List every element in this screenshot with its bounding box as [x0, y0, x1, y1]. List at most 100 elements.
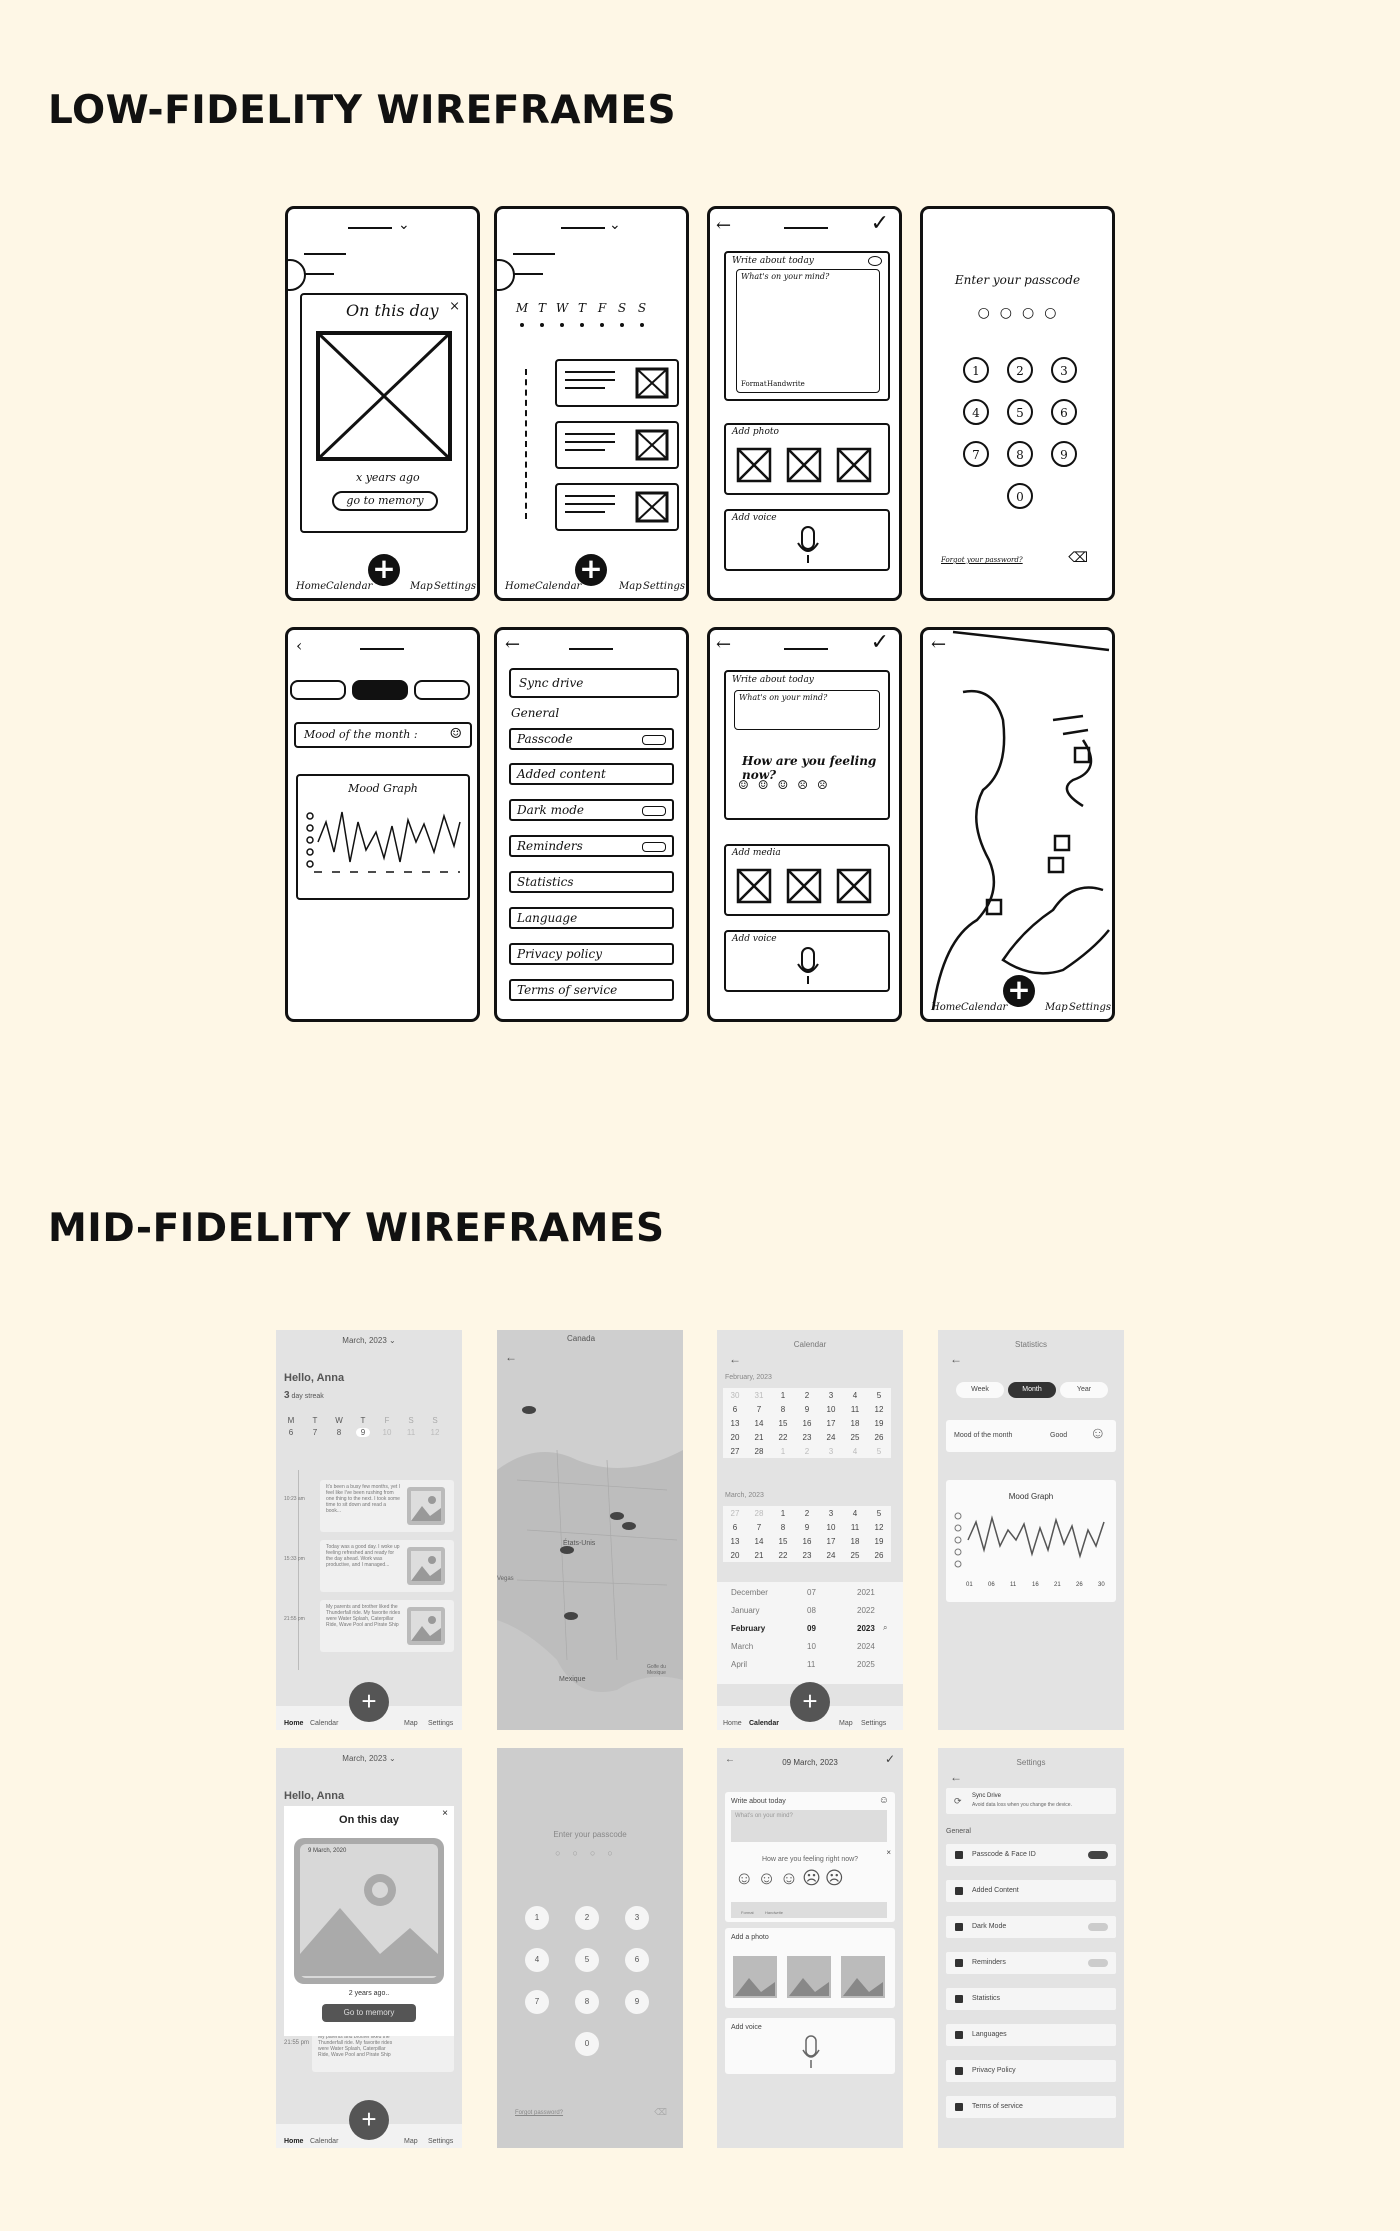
- calendar-day[interactable]: 3: [819, 1388, 843, 1402]
- calendar-day[interactable]: 2: [795, 1444, 819, 1458]
- add-entry-button[interactable]: +: [349, 1682, 389, 1722]
- check-icon[interactable]: ✓: [885, 1752, 895, 1766]
- calendar-day[interactable]: 6: [723, 1402, 747, 1416]
- handwrite-button[interactable]: Handwrite: [767, 380, 805, 388]
- mood-faces[interactable]: ☺☺☺☹☹: [735, 1868, 891, 1889]
- picker-value[interactable]: 2021: [857, 1588, 875, 1597]
- write-textarea[interactable]: What's on your mind? Format Handwrite: [736, 269, 880, 393]
- keypad-key-7[interactable]: 7: [963, 441, 989, 467]
- picker-value[interactable]: 10: [807, 1642, 816, 1651]
- add-entry-button[interactable]: +: [575, 554, 607, 586]
- calendar-day[interactable]: 18: [843, 1416, 867, 1430]
- calendar-day[interactable]: 26: [867, 1548, 891, 1562]
- calendar-day[interactable]: 23: [795, 1430, 819, 1444]
- settings-item[interactable]: Languages: [946, 2024, 1116, 2046]
- microphone-icon[interactable]: [796, 525, 820, 565]
- forgot-password-link[interactable]: Forgot your password?: [941, 556, 1023, 564]
- calendar-day[interactable]: 14: [747, 1534, 771, 1548]
- back-arrow-icon[interactable]: ←: [716, 634, 731, 655]
- calendar-day[interactable]: 6: [723, 1520, 747, 1534]
- picker-value[interactable]: 09: [807, 1624, 816, 1633]
- entry-card[interactable]: My parents and brother liked the Thunder…: [320, 1600, 454, 1652]
- calendar-day[interactable]: 20: [723, 1548, 747, 1562]
- back-arrow-icon[interactable]: ←: [950, 1770, 962, 1784]
- keypad-key-4[interactable]: 4: [525, 1948, 549, 1972]
- nav-settings[interactable]: Settings: [643, 581, 685, 592]
- nav-settings[interactable]: Settings: [1069, 1002, 1111, 1013]
- back-arrow-icon[interactable]: ←: [505, 634, 520, 655]
- format-button[interactable]: Format: [741, 1910, 754, 1915]
- settings-item[interactable]: Added Content: [946, 1880, 1116, 1902]
- keypad-key-5[interactable]: 5: [575, 1948, 599, 1972]
- settings-item[interactable]: Reminders: [946, 1952, 1116, 1974]
- keypad-key-8[interactable]: 8: [1007, 441, 1033, 467]
- settings-item-passcode[interactable]: Passcode: [509, 728, 674, 750]
- nav-calendar[interactable]: Calendar: [535, 581, 581, 592]
- keypad-key-6[interactable]: 6: [625, 1948, 649, 1972]
- mood-faces[interactable]: ☺☺☺☹☹: [738, 778, 878, 792]
- date-label[interactable]: 9: [356, 1428, 370, 1437]
- write-textarea[interactable]: What's on your mind?: [731, 1810, 887, 1842]
- calendar-day[interactable]: 1: [771, 1444, 795, 1458]
- calendar-day[interactable]: 11: [843, 1520, 867, 1534]
- keypad-key-3[interactable]: 3: [625, 1906, 649, 1930]
- settings-item[interactable]: Passcode & Face ID: [946, 1844, 1116, 1866]
- calendar-day[interactable]: 28: [747, 1444, 771, 1458]
- calendar-day[interactable]: 2: [795, 1506, 819, 1520]
- calendar-day[interactable]: 24: [819, 1430, 843, 1444]
- date-label[interactable]: 8: [332, 1428, 346, 1437]
- nav-home[interactable]: Home: [723, 1720, 742, 1727]
- calendar-day[interactable]: 20: [723, 1430, 747, 1444]
- nav-calendar[interactable]: Calendar: [326, 581, 372, 592]
- nav-settings[interactable]: Settings: [428, 1720, 453, 1727]
- check-icon[interactable]: ✓: [871, 630, 889, 655]
- tab-year[interactable]: Year: [1060, 1382, 1108, 1398]
- march-grid[interactable]: 27 28 1 2 3 4 5 6 7 8 9 10 11 12 13 14 15 16 17 18 19 20 21 22 2…: [723, 1506, 891, 1562]
- calendar-day[interactable]: 9: [795, 1520, 819, 1534]
- calendar-day[interactable]: 21: [747, 1430, 771, 1444]
- timeline-entry[interactable]: [555, 359, 679, 407]
- go-to-memory-button[interactable]: go to memory: [332, 491, 438, 511]
- calendar-day[interactable]: 4: [843, 1444, 867, 1458]
- add-media-slots[interactable]: [736, 868, 886, 908]
- toggle-switch[interactable]: [1088, 1959, 1108, 1967]
- calendar-day[interactable]: 21: [747, 1548, 771, 1562]
- calendar-day[interactable]: 30: [723, 1388, 747, 1402]
- calendar-day[interactable]: 22: [771, 1548, 795, 1562]
- keypad-key-9[interactable]: 9: [1051, 441, 1077, 467]
- add-entry-button[interactable]: +: [790, 1682, 830, 1722]
- day-letter[interactable]: S: [635, 301, 649, 315]
- keypad-key-6[interactable]: 6: [1051, 399, 1077, 425]
- february-grid[interactable]: 30 31 1 2 3 4 5 6 7 8 9 10 11 12 13 14 15 16 17 18 19 20 21 22 2…: [723, 1388, 891, 1458]
- keypad-key-8[interactable]: 8: [575, 1990, 599, 2014]
- avatar[interactable]: [497, 259, 515, 291]
- date-label[interactable]: 10: [380, 1428, 394, 1437]
- close-icon[interactable]: ×: [442, 1808, 448, 1819]
- entry-card[interactable]: My parents and brother liked the Thunder…: [312, 2030, 454, 2072]
- nav-calendar[interactable]: Calendar: [310, 1720, 338, 1727]
- calendar-day[interactable]: 25: [843, 1430, 867, 1444]
- date-label[interactable]: 6: [284, 1428, 298, 1437]
- nav-settings[interactable]: Settings: [428, 2138, 453, 2145]
- keypad-key-1[interactable]: 1: [963, 357, 989, 383]
- calendar-day[interactable]: 26: [867, 1430, 891, 1444]
- picker-value[interactable]: 11: [807, 1660, 815, 1669]
- memory-image[interactable]: 9 March, 2020: [294, 1838, 444, 1984]
- keypad-key-9[interactable]: 9: [625, 1990, 649, 2014]
- picker-value[interactable]: January: [731, 1606, 759, 1615]
- search-icon[interactable]: ⌕: [883, 1623, 887, 1633]
- keypad-key-0[interactable]: 0: [1007, 483, 1033, 509]
- picker-value[interactable]: 2022: [857, 1606, 875, 1615]
- nav-calendar[interactable]: Calendar: [749, 1720, 779, 1727]
- picker-value[interactable]: 2025: [857, 1660, 875, 1669]
- toggle-switch[interactable]: [1088, 1923, 1108, 1931]
- day-letter[interactable]: F: [595, 301, 609, 315]
- calendar-day[interactable]: 10: [819, 1520, 843, 1534]
- calendar-day[interactable]: 8: [771, 1520, 795, 1534]
- calendar-day[interactable]: 22: [771, 1430, 795, 1444]
- keypad-key-2[interactable]: 2: [1007, 357, 1033, 383]
- nav-map[interactable]: Map: [619, 581, 642, 592]
- keypad-key-0[interactable]: 0: [575, 2032, 599, 2056]
- keypad-key-2[interactable]: 2: [575, 1906, 599, 1930]
- calendar-day[interactable]: 17: [819, 1416, 843, 1430]
